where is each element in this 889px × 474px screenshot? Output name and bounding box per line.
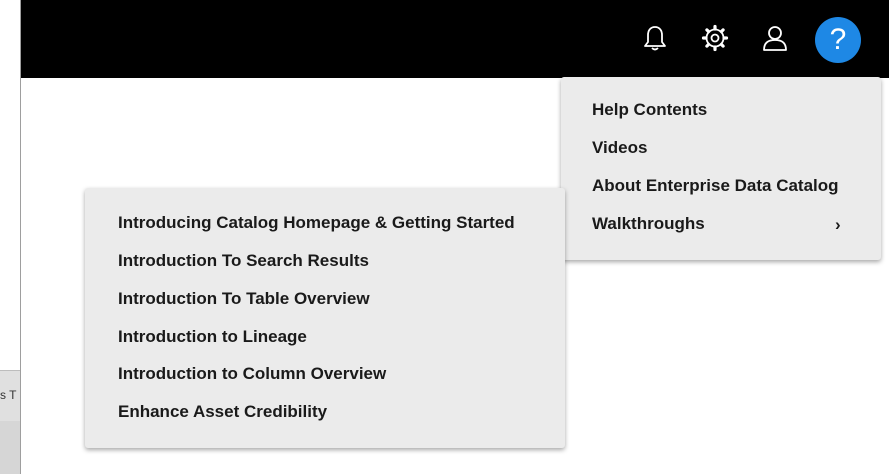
walkthrough-item-homepage[interactable]: Introducing Catalog Homepage & Getting S… [118, 213, 515, 233]
bell-icon[interactable] [637, 20, 673, 56]
walkthrough-item-lineage[interactable]: Introduction to Lineage [118, 327, 307, 347]
walkthrough-item-asset-credibility[interactable]: Enhance Asset Credibility [118, 402, 327, 422]
chevron-right-icon: › [835, 215, 841, 234]
videos-item[interactable]: Videos [592, 138, 647, 158]
background-panel [0, 421, 20, 474]
help-contents-item[interactable]: Help Contents [592, 100, 707, 120]
walkthroughs-item[interactable]: Walkthroughs [592, 214, 705, 234]
top-header-bar: ? [21, 0, 889, 78]
walkthrough-item-search-results[interactable]: Introduction To Search Results [118, 251, 369, 271]
about-item[interactable]: About Enterprise Data Catalog [592, 176, 839, 196]
background-app: ss T [0, 0, 20, 474]
user-icon[interactable] [757, 20, 793, 56]
gear-icon[interactable] [697, 20, 733, 56]
walkthrough-item-table-overview[interactable]: Introduction To Table Overview [118, 289, 370, 309]
walkthroughs-submenu: Introducing Catalog Homepage & Getting S… [85, 188, 565, 448]
help-menu: Help Contents Videos About Enterprise Da… [561, 77, 881, 260]
help-button[interactable]: ? [815, 17, 861, 63]
walkthrough-item-column-overview[interactable]: Introduction to Column Overview [118, 364, 386, 384]
catalog-window: ? Help Contents Videos About Enterprise … [20, 0, 889, 474]
help-icon: ? [829, 23, 847, 56]
background-tab-label: ss T [0, 388, 17, 402]
background-tab-strip: ss T [0, 370, 20, 422]
